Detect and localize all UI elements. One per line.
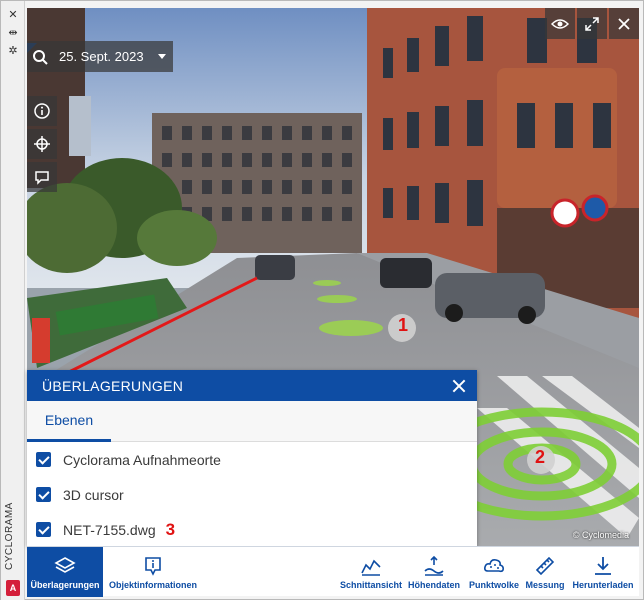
layer-row[interactable]: NET-7155.dwg 3 xyxy=(27,512,477,547)
panel-tabs: Ebenen xyxy=(27,401,477,442)
side-title: CYCLORAMA xyxy=(4,502,15,570)
layer-row[interactable]: 3D cursor xyxy=(27,477,477,512)
section-view-button[interactable]: Schnittansicht xyxy=(338,547,404,597)
layer-label: Cyclorama Aufnahmeorte xyxy=(63,451,221,468)
tool-label: Messung xyxy=(525,579,565,590)
overlays-panel: ÜBERLAGERUNGEN Ebenen Cyclorama Aufnahme… xyxy=(27,370,477,546)
ruler-icon xyxy=(535,556,555,575)
panel-header: ÜBERLAGERUNGEN xyxy=(27,370,477,401)
layer-row[interactable]: Cyclorama Aufnahmeorte xyxy=(27,442,477,477)
copyright-label: © Cyclomedia xyxy=(572,530,629,540)
marker-label-3: 3 xyxy=(165,519,176,539)
comment-icon[interactable] xyxy=(27,162,57,192)
tool-label: Schnittansicht xyxy=(339,579,402,590)
height-data-button[interactable]: Höhendaten xyxy=(406,547,462,597)
chevron-down-icon xyxy=(157,54,166,59)
date-label: 25. Sept. 2023 xyxy=(59,49,144,64)
layer-checkbox[interactable] xyxy=(36,452,51,467)
point-cloud-icon xyxy=(484,558,504,572)
bottom-toolbar: Überlagerungen Objektinformationen Schni… xyxy=(27,546,639,597)
cyclorama-window: ✕ ⇹ ✲ CYCLORAMA A 25. Sept. 2023 1 2 © C… xyxy=(0,0,644,600)
layer-checkbox[interactable] xyxy=(36,522,51,537)
measure-button[interactable]: Messung xyxy=(524,547,566,597)
close-viewer-icon[interactable] xyxy=(609,8,639,39)
eye-icon[interactable] xyxy=(545,8,575,39)
layers-icon xyxy=(54,556,76,573)
height-data-icon xyxy=(424,555,444,576)
close-icon[interactable]: ✕ xyxy=(5,7,21,21)
side-toolbar: ✕ ⇹ ✲ CYCLORAMA A xyxy=(1,1,25,600)
layer-checkbox[interactable] xyxy=(36,487,51,502)
tool-label: Punktwolke xyxy=(468,579,519,590)
panel-title: ÜBERLAGERUNGEN xyxy=(42,377,184,394)
layer-label: 3D cursor xyxy=(63,486,124,503)
crosshair-icon[interactable] xyxy=(27,129,57,159)
download-button[interactable]: Herunterladen xyxy=(570,547,636,597)
object-info-button[interactable]: Objektinformationen xyxy=(107,547,199,597)
expand-icon[interactable] xyxy=(577,8,607,39)
info-pin-icon xyxy=(145,556,161,576)
dock-icon[interactable]: ⇹ xyxy=(5,25,21,39)
section-view-icon xyxy=(361,559,381,576)
marker-label-2: 2 xyxy=(535,447,546,467)
tab-ebenen[interactable]: Ebenen xyxy=(27,401,111,442)
overlays-button[interactable]: Überlagerungen xyxy=(27,547,103,597)
tool-label: Höhendaten xyxy=(407,579,460,590)
download-icon xyxy=(595,556,611,575)
settings-icon[interactable]: ✲ xyxy=(5,43,21,57)
close-icon[interactable] xyxy=(451,378,467,394)
info-icon[interactable] xyxy=(27,96,57,126)
zoom-search-icon[interactable] xyxy=(27,41,53,72)
marker-label-1: 1 xyxy=(398,315,409,335)
app-logo: A xyxy=(6,580,20,596)
layer-label: NET-7155.dwg xyxy=(63,521,156,538)
tool-label: Herunterladen xyxy=(572,579,634,590)
tool-label: Objektinformationen xyxy=(108,579,197,590)
point-cloud-button[interactable]: Punktwolke xyxy=(466,547,522,597)
date-selector[interactable]: 25. Sept. 2023 xyxy=(53,41,173,72)
tool-label: Überlagerungen xyxy=(30,579,100,590)
